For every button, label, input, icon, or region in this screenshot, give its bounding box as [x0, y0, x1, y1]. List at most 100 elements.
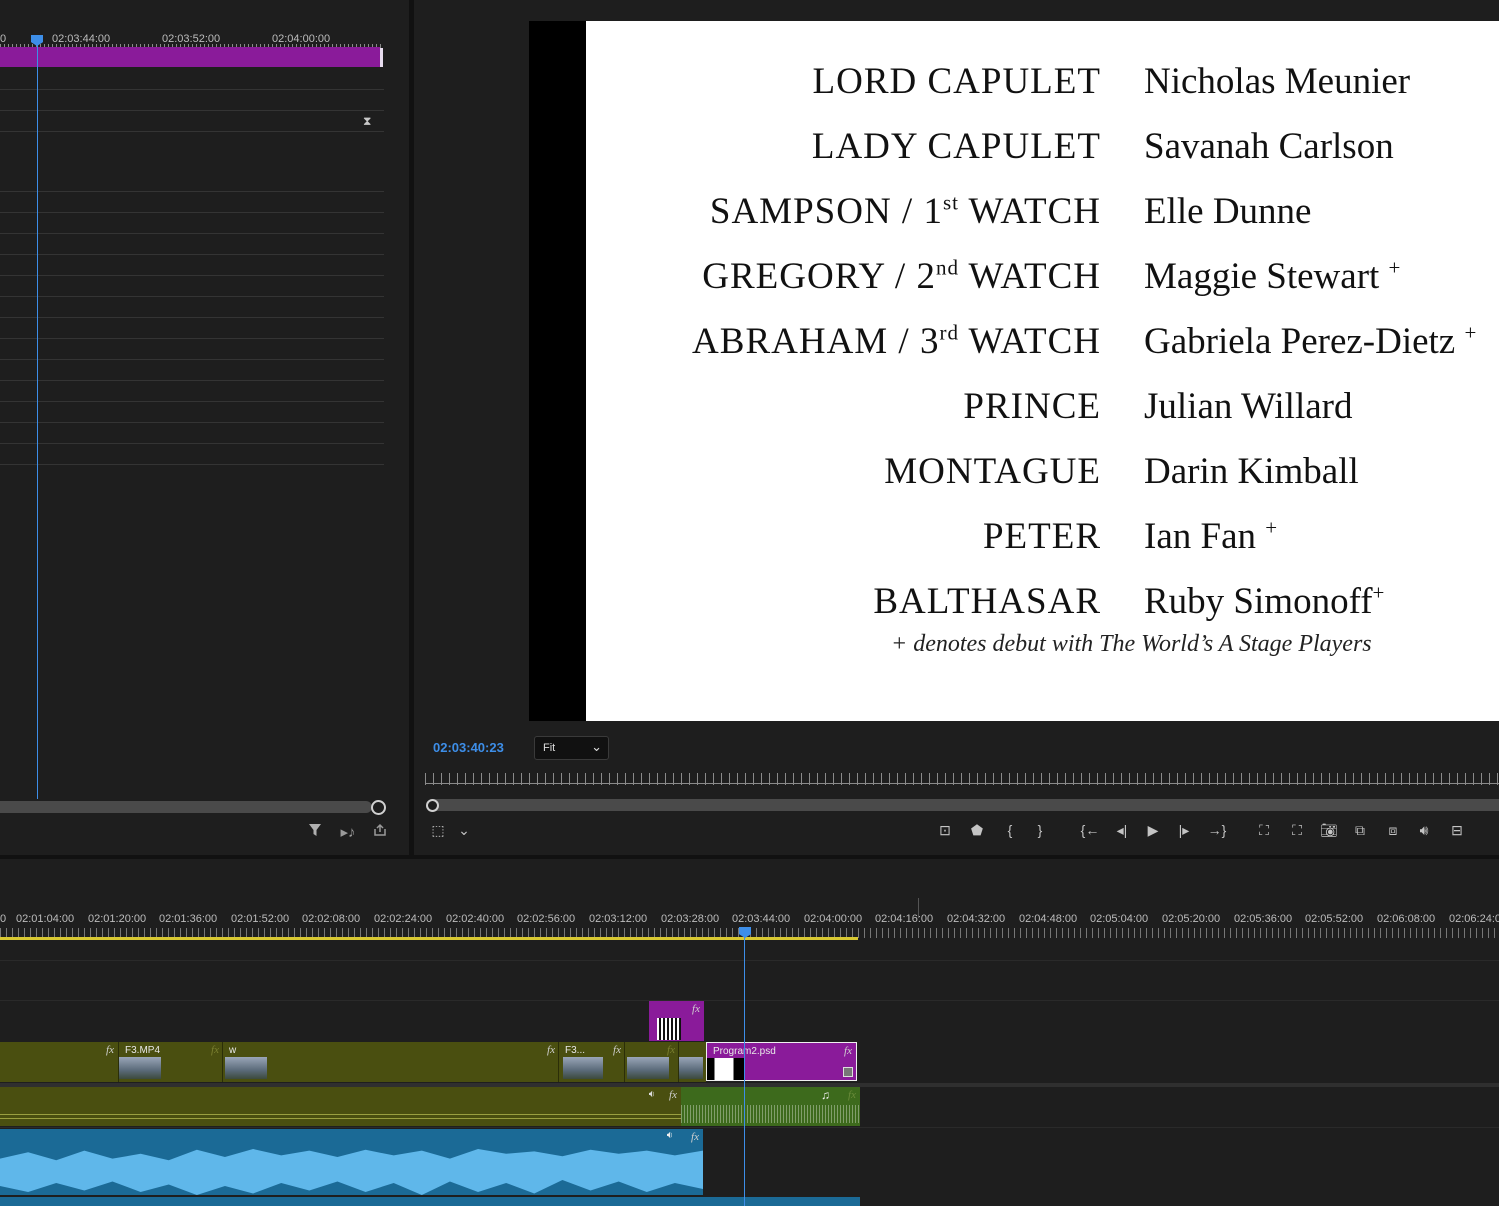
go-to-out-icon[interactable]: →}: [1205, 820, 1229, 840]
timeline-timecode: 02:05:36:00: [1234, 913, 1293, 925]
camera-icon[interactable]: 📷︎: [1317, 820, 1341, 840]
add-marker-icon[interactable]: ⬟: [965, 820, 989, 840]
mark-out-icon[interactable]: }: [1028, 820, 1052, 840]
source-track-line: [0, 317, 384, 318]
timeline-playhead-line: [744, 937, 745, 1206]
program-zoom-handle[interactable]: [426, 799, 439, 812]
debut-mark: +: [1388, 255, 1401, 280]
step-back-icon[interactable]: ◂|: [1110, 820, 1134, 840]
fx-badge: fx: [844, 1045, 852, 1057]
fx-badge: fx: [211, 1044, 219, 1056]
timeline-clip-f3-mp4[interactable]: F3.MP4 fx: [118, 1042, 223, 1082]
cast-actor: Darin Kimball: [1144, 451, 1359, 492]
source-track-line: [0, 110, 384, 111]
clip-thumbnail: [225, 1057, 267, 1079]
audio-volume-line: [0, 1114, 681, 1115]
export-icon[interactable]: [370, 823, 390, 843]
timeline-clip-video[interactable]: fx: [0, 1042, 118, 1082]
timeline-clip-w[interactable]: w fx: [222, 1042, 559, 1082]
timeline-timecode: 0: [0, 913, 7, 925]
cast-role: BALTHASAR: [873, 581, 1101, 622]
cast-role: PETER: [982, 516, 1101, 557]
timeline-clip-qr[interactable]: fx: [649, 1001, 704, 1041]
timeline-timecode: 02:03:12:00: [589, 913, 648, 925]
debut-footnote: + denotes debut with The World’s A Stage…: [891, 631, 1372, 657]
volume-icon[interactable]: 🔊︎: [1412, 820, 1436, 840]
extract-icon[interactable]: ⛶: [1285, 820, 1309, 840]
source-track-line: [0, 464, 384, 465]
cast-actor: Gabriela Perez-Dietz +: [1144, 320, 1477, 362]
timeline-timecode: 02:01:04:00: [16, 913, 75, 925]
source-clip-end-handle[interactable]: [380, 48, 383, 67]
fx-badge: fx: [691, 1131, 699, 1143]
fx-badge: fx: [669, 1089, 677, 1101]
clip-thumbnail: [679, 1057, 703, 1079]
source-zoom-scrollbar[interactable]: [0, 801, 372, 813]
qr-code-thumbnail: [657, 1018, 681, 1040]
source-track-line: [0, 443, 384, 444]
timeline-audio-clip[interactable]: 🔉︎ fx: [0, 1087, 681, 1126]
clip-end-handle-icon: [843, 1067, 853, 1077]
fx-badge: fx: [848, 1089, 856, 1101]
vr-view-icon[interactable]: ⊟: [1445, 820, 1469, 840]
go-to-in-icon[interactable]: {←: [1078, 820, 1102, 840]
timeline-audio-clip-waveform[interactable]: 🔉︎ fx: [0, 1129, 703, 1195]
clip-thumbnail: [563, 1057, 603, 1079]
lift-edit-icon[interactable]: ⛶: [1252, 820, 1276, 840]
timeline-timecode: 02:01:20:00: [88, 913, 147, 925]
safe-margins-icon[interactable]: ⬚: [426, 820, 450, 840]
timeline-timecode: 02:03:28:00: [661, 913, 720, 925]
filter-icon[interactable]: [305, 823, 325, 843]
zoom-level-select[interactable]: Fit ⌄: [534, 736, 609, 760]
timeline-clip-video[interactable]: [678, 1042, 706, 1082]
proxy-toggle-icon[interactable]: ⧈: [1381, 820, 1405, 840]
track-separator: [0, 1000, 1499, 1001]
source-clip-bar[interactable]: [0, 47, 380, 67]
cast-actor: Maggie Stewart +: [1144, 255, 1401, 297]
timeline-timecode: 02:06:24:0: [1449, 913, 1499, 925]
timeline-audio-clip[interactable]: [0, 1197, 860, 1206]
play-icon[interactable]: ▶: [1141, 820, 1165, 840]
timeline-clip-program2-psd[interactable]: Program2.psd fx: [706, 1042, 857, 1081]
step-forward-icon[interactable]: |▸: [1172, 820, 1196, 840]
timeline-timecode: 02:05:52:00: [1305, 913, 1364, 925]
work-area-bar[interactable]: [0, 937, 858, 940]
source-track-line: [0, 212, 384, 213]
clip-name: w: [229, 1045, 237, 1056]
mark-in-icon[interactable]: {: [998, 820, 1022, 840]
program-video-frame[interactable]: LORD CAPULET Nicholas Meunier LADY CAPUL…: [586, 21, 1499, 721]
speaker-icon: 🔉︎: [666, 1130, 673, 1141]
lift-icon[interactable]: ⊡: [933, 820, 957, 840]
source-monitor-panel: [0, 0, 409, 855]
timeline-timecode: 02:03:44:00: [732, 913, 791, 925]
insert-audio-icon[interactable]: ▸♪: [338, 823, 358, 843]
timeline-timecode: 02:05:20:00: [1162, 913, 1221, 925]
timeline-clip-f3-short[interactable]: F3... fx: [558, 1042, 625, 1082]
timeline-timecode: 02:02:56:00: [517, 913, 576, 925]
clip-name: F3...: [565, 1045, 586, 1056]
fx-badge: fx: [692, 1003, 700, 1015]
chevron-down-icon[interactable]: ⌄: [452, 820, 476, 840]
cast-role: LADY CAPULET: [811, 126, 1101, 167]
source-track-line: [0, 233, 384, 234]
fx-badge: fx: [106, 1044, 114, 1056]
source-zoom-handle[interactable]: [371, 800, 386, 815]
debut-mark: +: [1265, 515, 1278, 540]
source-track-line: [0, 338, 384, 339]
chevron-down-icon: ⌄: [591, 739, 602, 754]
program-zoom-scrollbar[interactable]: [430, 799, 1499, 811]
cast-role: ABRAHAM / 3rd WATCH: [692, 320, 1101, 362]
timeline-timecode: 02:04:16:00: [875, 913, 934, 925]
source-track-line: [0, 359, 384, 360]
cast-actor: Nicholas Meunier: [1144, 61, 1411, 102]
timeline-audio-clip-music[interactable]: ♫ fx: [681, 1087, 860, 1126]
timeline-timecode: 02:01:52:00: [231, 913, 290, 925]
source-playhead-line: [37, 45, 38, 799]
cast-actor: Julian Willard: [1144, 386, 1353, 427]
timeline-clip-video[interactable]: fx: [624, 1042, 679, 1082]
cast-role: SAMPSON / 1st WATCH: [709, 190, 1101, 232]
comparison-view-icon[interactable]: ⧉: [1348, 820, 1372, 840]
timeline-timecode: 02:02:40:00: [446, 913, 505, 925]
program-timecode[interactable]: 02:03:40:23: [433, 740, 504, 755]
fx-badge: fx: [613, 1044, 621, 1056]
